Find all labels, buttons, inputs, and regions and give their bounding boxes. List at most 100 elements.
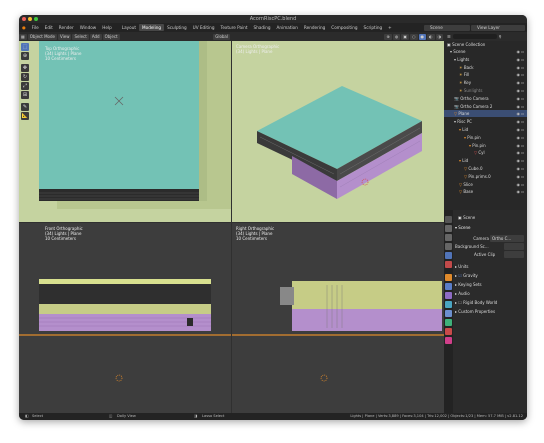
active-clip-field[interactable] [504, 251, 524, 258]
visibility-toggle-icon[interactable]: ◉ ▫ [517, 188, 524, 195]
outliner-item[interactable]: ▾ Pin.pin ◉ ▫ [444, 142, 527, 149]
shading-wireframe-icon[interactable]: ○ [410, 33, 418, 40]
tool-tab-icon[interactable] [445, 216, 452, 223]
view-layer-selector[interactable]: View Layer [471, 24, 525, 31]
visibility-toggle-icon[interactable]: ◉ ▫ [517, 157, 524, 164]
outliner-item[interactable]: ☀ Fill ◉ ▫ [444, 71, 527, 78]
scale-tool[interactable]: ⤢ [21, 82, 29, 90]
outliner-item[interactable]: ▽ Plane ◉ ▫ [444, 110, 527, 118]
camera-field[interactable]: Ortho C... [490, 235, 524, 242]
tab-rendering[interactable]: Rendering [301, 24, 328, 31]
visibility-toggle-icon[interactable]: ◉ ▫ [517, 118, 524, 125]
object-mode-dropdown[interactable]: Object Mode [27, 33, 57, 40]
outliner-item[interactable]: ☀ Key ◉ ▫ [444, 79, 527, 86]
units-panel[interactable]: ▸ Units [455, 263, 469, 270]
overlay-icon[interactable]: ◍ [392, 33, 401, 40]
visibility-toggle-icon[interactable]: ◉ ▫ [517, 103, 524, 110]
gizmo-icon[interactable]: ⊕ [384, 33, 392, 40]
shading-material-icon[interactable]: ◐ [427, 33, 435, 40]
constraints-tab-icon[interactable] [445, 310, 452, 317]
outliner-item[interactable]: ▽ Slice ◉ ▫ [444, 181, 527, 188]
transform-orientation-dropdown[interactable]: Global [213, 33, 230, 40]
outliner-item[interactable]: 📷 Ortho Camera ◉ ▫ [444, 95, 527, 102]
rotate-tool[interactable]: ↻ [21, 73, 29, 81]
scene-selector[interactable]: Scene [424, 24, 470, 31]
viewport-front-ortho[interactable]: Front Orthographic (34) Lights | Plane 1… [19, 223, 231, 413]
world-tab-icon[interactable] [445, 261, 452, 268]
measure-tool[interactable]: 📐 [21, 112, 29, 120]
menu-window[interactable]: Window [77, 25, 100, 30]
view-menu[interactable]: View [57, 33, 72, 40]
tab-sculpting[interactable]: Sculpting [164, 24, 190, 31]
add-workspace-button[interactable]: + [385, 25, 395, 30]
minimize-window-button[interactable] [28, 17, 32, 21]
menu-render[interactable]: Render [56, 25, 77, 30]
outliner-item[interactable]: ▾ Lid ◉ ▫ [444, 126, 527, 133]
outliner-item[interactable]: ▽ Cyl ◉ ▫ [444, 149, 527, 156]
tab-compositing[interactable]: Compositing [328, 24, 360, 31]
visibility-toggle-icon[interactable]: ◉ ▫ [517, 126, 524, 133]
object-tab-icon[interactable] [445, 274, 452, 281]
modifier-tab-icon[interactable] [445, 283, 452, 290]
outliner-item[interactable]: ▾ Risc PC ◉ ▫ [444, 118, 527, 125]
select-menu[interactable]: Select [72, 33, 89, 40]
visibility-toggle-icon[interactable]: ◉ ▫ [517, 149, 524, 156]
shading-rendered-icon[interactable]: ◑ [435, 33, 443, 40]
material-tab-icon[interactable] [445, 328, 452, 335]
outliner-item[interactable]: ▾ Pin.pin ◉ ▫ [444, 134, 527, 141]
render-tab-icon[interactable] [445, 225, 452, 232]
physics-tab-icon[interactable] [445, 301, 452, 308]
visibility-toggle-icon[interactable]: ◉ ▫ [517, 165, 524, 172]
outliner-item[interactable]: ☀ Sunlights ◉ ▫ [444, 87, 527, 94]
visibility-toggle-icon[interactable]: ◉ ▫ [517, 173, 524, 180]
visibility-toggle-icon[interactable]: ◉ ▫ [517, 71, 524, 78]
outliner-item[interactable]: ▽ Base ◉ ▫ [444, 188, 527, 195]
scene-tab-icon[interactable] [445, 252, 452, 259]
xray-icon[interactable]: ▣ [401, 33, 409, 40]
audio-panel[interactable]: ▸ Audio [455, 290, 470, 297]
keying-sets-panel[interactable]: ▸ Keying Sets [455, 281, 482, 288]
outliner-item[interactable]: ▾ Lights ◉ ▫ [444, 56, 527, 63]
tab-scripting[interactable]: Scripting [361, 24, 386, 31]
visibility-toggle-icon[interactable]: ◉ ▫ [517, 87, 524, 94]
viewport-top-ortho[interactable]: Top Orthographic (34) Lights | Plane 10 … [19, 41, 231, 222]
texture-tab-icon[interactable] [445, 337, 452, 344]
filter-icon[interactable]: ⚲ [499, 34, 502, 39]
visibility-toggle-icon[interactable]: ◉ ▫ [517, 181, 524, 188]
rigid-body-world-panel[interactable]: ▸ ☐ Rigid Body World [455, 299, 497, 306]
outliner-item[interactable]: ▾ Lid ◉ ▫ [444, 157, 527, 164]
particles-tab-icon[interactable] [445, 292, 452, 299]
zoom-window-button[interactable] [34, 17, 38, 21]
visibility-toggle-icon[interactable]: ◉ ▫ [517, 95, 524, 102]
close-window-button[interactable] [22, 17, 26, 21]
gravity-checkbox[interactable]: ☑ [458, 273, 462, 278]
outliner-scene-collection[interactable]: ▣ Scene Collection [444, 41, 527, 48]
object-menu[interactable]: Object [102, 33, 120, 40]
annotate-tool[interactable]: ✎ [21, 103, 29, 111]
visibility-toggle-icon[interactable]: ◉ ▫ [517, 110, 524, 117]
tab-shading[interactable]: Shading [251, 24, 274, 31]
visibility-toggle-icon[interactable]: ◉ ▫ [517, 142, 524, 149]
move-tool[interactable]: ✥ [21, 64, 29, 72]
gravity-panel[interactable]: ▸ ☑ Gravity [455, 272, 478, 279]
select-box-tool[interactable]: ⬚ [21, 43, 29, 51]
custom-properties-panel[interactable]: ▸ Custom Properties [455, 308, 495, 315]
outliner-item[interactable]: ☀ Back ◉ ▫ [444, 64, 527, 71]
menu-file[interactable]: File [29, 25, 42, 30]
cursor-tool[interactable]: ⊕ [21, 52, 29, 60]
viewport-right-ortho[interactable]: Right Orthographic (34) Lights | Plane 1… [232, 223, 444, 413]
visibility-toggle-icon[interactable]: ◉ ▫ [517, 48, 524, 55]
menu-edit[interactable]: Edit [42, 25, 56, 30]
outliner-item[interactable]: ▽ Pin.prims.0 ◉ ▫ [444, 173, 527, 180]
shading-solid-icon[interactable]: ● [418, 33, 426, 40]
menu-help[interactable]: Help [99, 25, 115, 30]
outliner-item[interactable]: ▾ Scene ◉ ▫ [444, 48, 527, 55]
visibility-toggle-icon[interactable]: ◉ ▫ [517, 79, 524, 86]
visibility-toggle-icon[interactable]: ◉ ▫ [517, 134, 524, 141]
outliner-item[interactable]: ▽ Cube.0 ◉ ▫ [444, 165, 527, 172]
tab-uv-editing[interactable]: UV Editing [190, 24, 218, 31]
tab-layout[interactable]: Layout [119, 24, 139, 31]
view-layer-tab-icon[interactable] [445, 243, 452, 250]
outliner-editor-icon[interactable]: ☰ [447, 34, 451, 39]
viewport-camera-ortho[interactable]: Camera Orthographic (34) Lights | Plane [232, 41, 444, 222]
